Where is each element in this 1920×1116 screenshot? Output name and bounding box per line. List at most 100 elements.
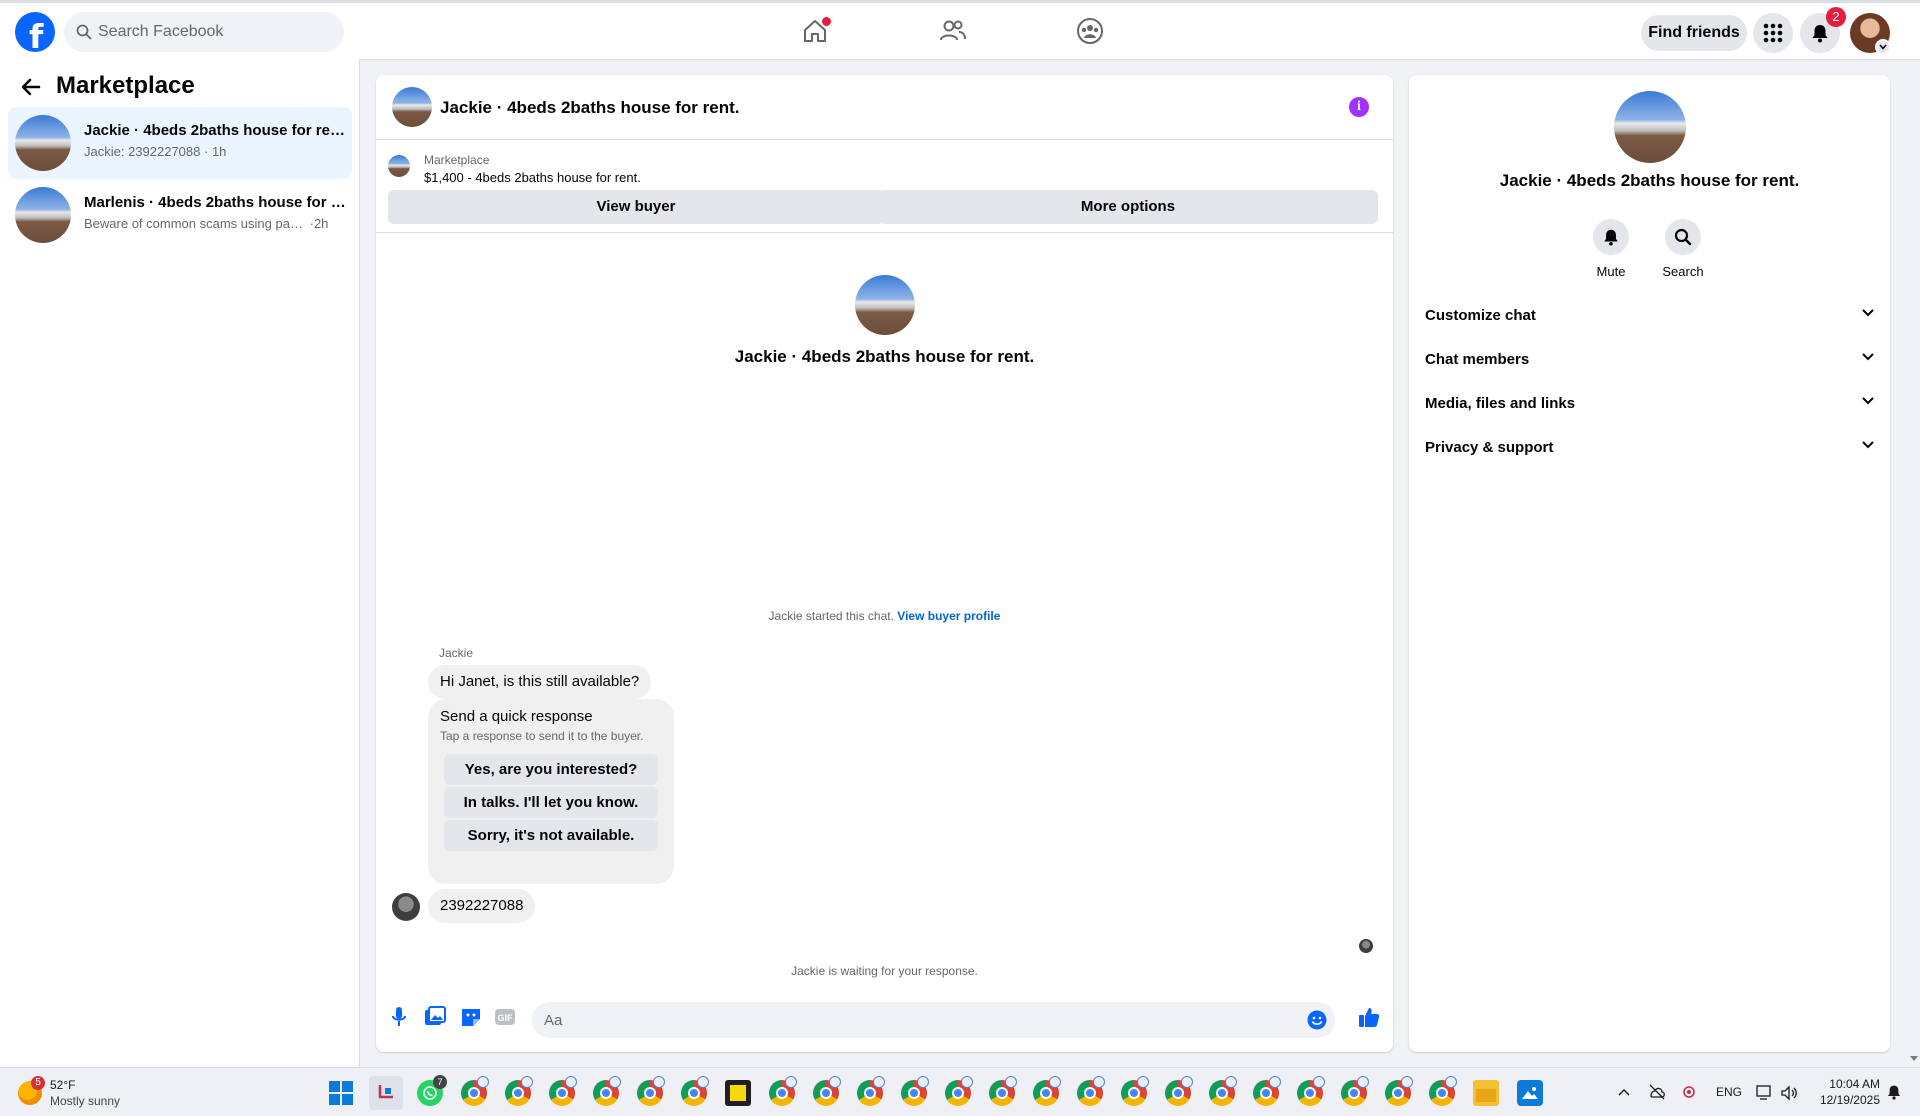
chrome-app[interactable] [813,1076,841,1106]
chrome-app[interactable] [1209,1076,1237,1106]
section-label: Privacy & support [1425,439,1554,456]
quick-response-yes-button[interactable]: Yes, are you interested? [444,754,658,785]
menu-button[interactable] [1753,13,1793,53]
section-label: Media, files and links [1425,395,1576,412]
windows-logo-pane [329,1094,340,1105]
scroll-down-arrow-icon[interactable] [1909,1055,1919,1063]
listing-price-title[interactable]: $1,400 - 4beds 2baths house for rent. [424,170,641,185]
chrome-app[interactable] [549,1076,577,1106]
mute-circle[interactable] [1593,219,1629,255]
notification-bell-icon[interactable] [1886,1084,1902,1100]
mute-button[interactable]: Mute [1581,219,1641,279]
back-arrow-icon[interactable] [20,76,42,98]
file-explorer-app[interactable] [1473,1080,1499,1106]
volume-icon[interactable] [1780,1085,1798,1101]
message-composer[interactable] [532,1002,1335,1038]
snipping-tool-app[interactable] [369,1076,403,1110]
message-bubble: 2392227088 [428,889,536,923]
groups-icon[interactable] [1076,17,1104,45]
chrome-app[interactable] [681,1076,709,1106]
search-icon [76,24,92,40]
search-bar[interactable] [64,12,344,52]
view-buyer-profile-link[interactable]: View buyer profile [897,609,1000,623]
chrome-app[interactable] [505,1076,533,1106]
message-input[interactable] [544,1002,1284,1038]
quick-response-in-talks-button[interactable]: In talks. I'll let you know. [444,787,658,818]
chrome-app[interactable] [1165,1076,1193,1106]
chat-members-section[interactable]: Chat members [1425,340,1874,380]
weather-temperature[interactable]: 52°F [50,1078,75,1092]
chrome-app[interactable] [769,1076,797,1106]
chrome-app[interactable] [945,1076,973,1106]
listing-thumbnail [388,155,410,177]
gif-icon[interactable]: GIF [494,1006,516,1028]
sticky-note-icon [730,1085,746,1101]
folder-icon [1476,1089,1496,1102]
chat-intro-avatar [854,275,915,335]
search-icon [1674,228,1692,246]
chrome-app[interactable] [901,1076,929,1106]
chrome-app[interactable] [1033,1076,1061,1106]
microphone-icon[interactable] [390,1006,408,1028]
photos-app[interactable] [1517,1080,1543,1106]
search-input[interactable] [98,12,328,52]
conversation-item-marlenis[interactable]: Marlenis · 4beds 2baths house for rent. … [8,179,352,251]
system-clock[interactable]: 10:04 AM 12/19/2025 [1818,1076,1880,1108]
search-label: Search [1662,264,1704,279]
weather-description[interactable]: Mostly sunny [50,1094,120,1108]
thumbs-up-icon[interactable] [1358,1006,1380,1028]
chrome-app[interactable] [1121,1076,1149,1106]
chrome-app[interactable] [989,1076,1017,1106]
chrome-app[interactable] [1077,1076,1105,1106]
section-label: Chat members [1425,351,1530,368]
listing-card: Marketplace $1,400 - 4beds 2baths house … [376,143,1393,233]
sender-avatar [392,893,420,921]
chat-title[interactable]: Jackie · 4beds 2baths house for rent. [440,98,739,118]
chat-intro-name: Jackie · 4beds 2baths house for rent. [734,347,1035,366]
photo-icon[interactable] [424,1006,446,1028]
chat-avatar[interactable] [392,87,432,127]
sticky-notes-app[interactable] [725,1080,751,1106]
chrome-app[interactable] [1385,1076,1413,1106]
customize-chat-section[interactable]: Customize chat [1425,296,1874,336]
chrome-app[interactable] [1341,1076,1369,1106]
bell-icon [1604,229,1618,246]
chrome-app[interactable] [461,1076,489,1106]
conversation-time: 1h [211,144,227,159]
emoji-icon[interactable] [1307,1010,1327,1030]
friends-icon[interactable] [939,17,967,45]
chrome-app[interactable] [593,1076,621,1106]
account-menu-toggle[interactable] [1875,39,1891,55]
chrome-app[interactable] [1253,1076,1281,1106]
facebook-logo[interactable]: f [15,12,55,56]
conversation-item-jackie[interactable]: Jackie · 4beds 2baths house for rent. Ja… [8,107,352,179]
cloud-offline-icon[interactable] [1648,1084,1666,1100]
conversation-time: 2h [313,216,329,231]
info-icon[interactable]: i [1349,97,1369,117]
search-conversation-button[interactable]: Search [1653,219,1713,279]
chat-info-panel: Jackie · 4beds 2baths house for rent. Mu… [1409,75,1890,1052]
chrome-app[interactable] [1297,1076,1325,1106]
quick-response-card: Send a quick response Tap a response to … [428,699,674,884]
sticker-icon[interactable] [460,1006,482,1028]
chrome-app[interactable] [637,1076,665,1106]
chrome-app[interactable] [1429,1076,1457,1106]
chevron-down-icon [1862,441,1874,449]
view-buyer-button[interactable]: View buyer [388,190,884,224]
search-circle[interactable] [1665,219,1701,255]
windows-logo-pane [342,1094,353,1105]
language-indicator[interactable]: ENG [1716,1068,1742,1116]
chrome-app[interactable] [857,1076,885,1106]
media-files-links-section[interactable]: Media, files and links [1425,384,1874,424]
privacy-support-section[interactable]: Privacy & support [1425,428,1874,468]
clock-time: 10:04 AM [1829,1077,1880,1091]
chevron-up-icon[interactable] [1618,1088,1630,1096]
more-options-button[interactable]: More options [878,190,1378,224]
message-bubble: Hi Janet, is this still available? [428,665,652,699]
start-button[interactable] [329,1081,353,1105]
find-friends-button[interactable]: Find friends [1641,15,1747,51]
security-icon[interactable] [1682,1083,1696,1101]
network-icon[interactable] [1756,1085,1774,1101]
quick-response-not-available-button[interactable]: Sorry, it's not available. [444,820,658,851]
whatsapp-app[interactable]: 7 [417,1075,447,1106]
